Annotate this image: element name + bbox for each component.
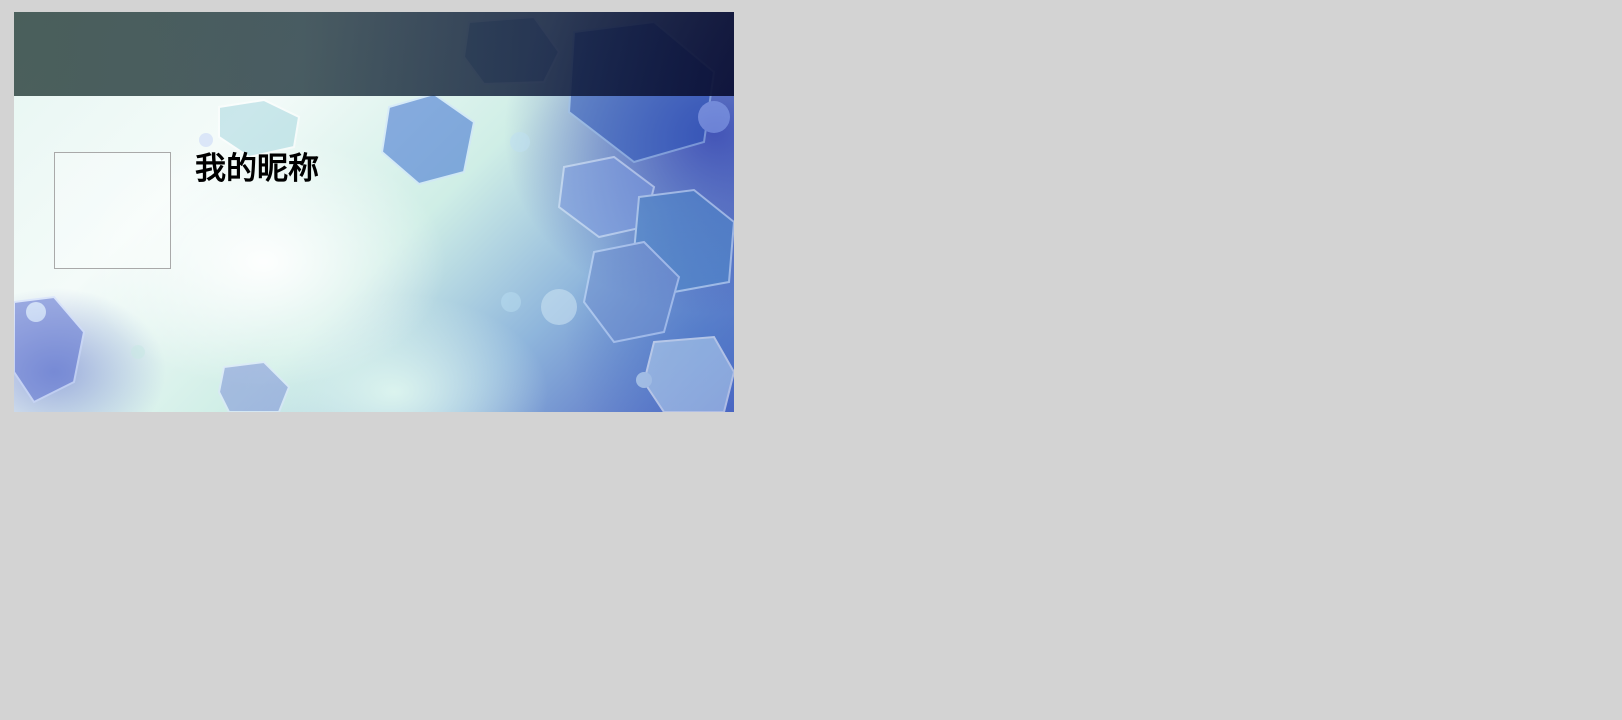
avatar-placeholder[interactable] — [54, 152, 171, 269]
nickname-label: 我的昵称 — [195, 151, 319, 187]
profile-card: 我的昵称 — [14, 12, 734, 412]
header-banner — [14, 12, 734, 96]
